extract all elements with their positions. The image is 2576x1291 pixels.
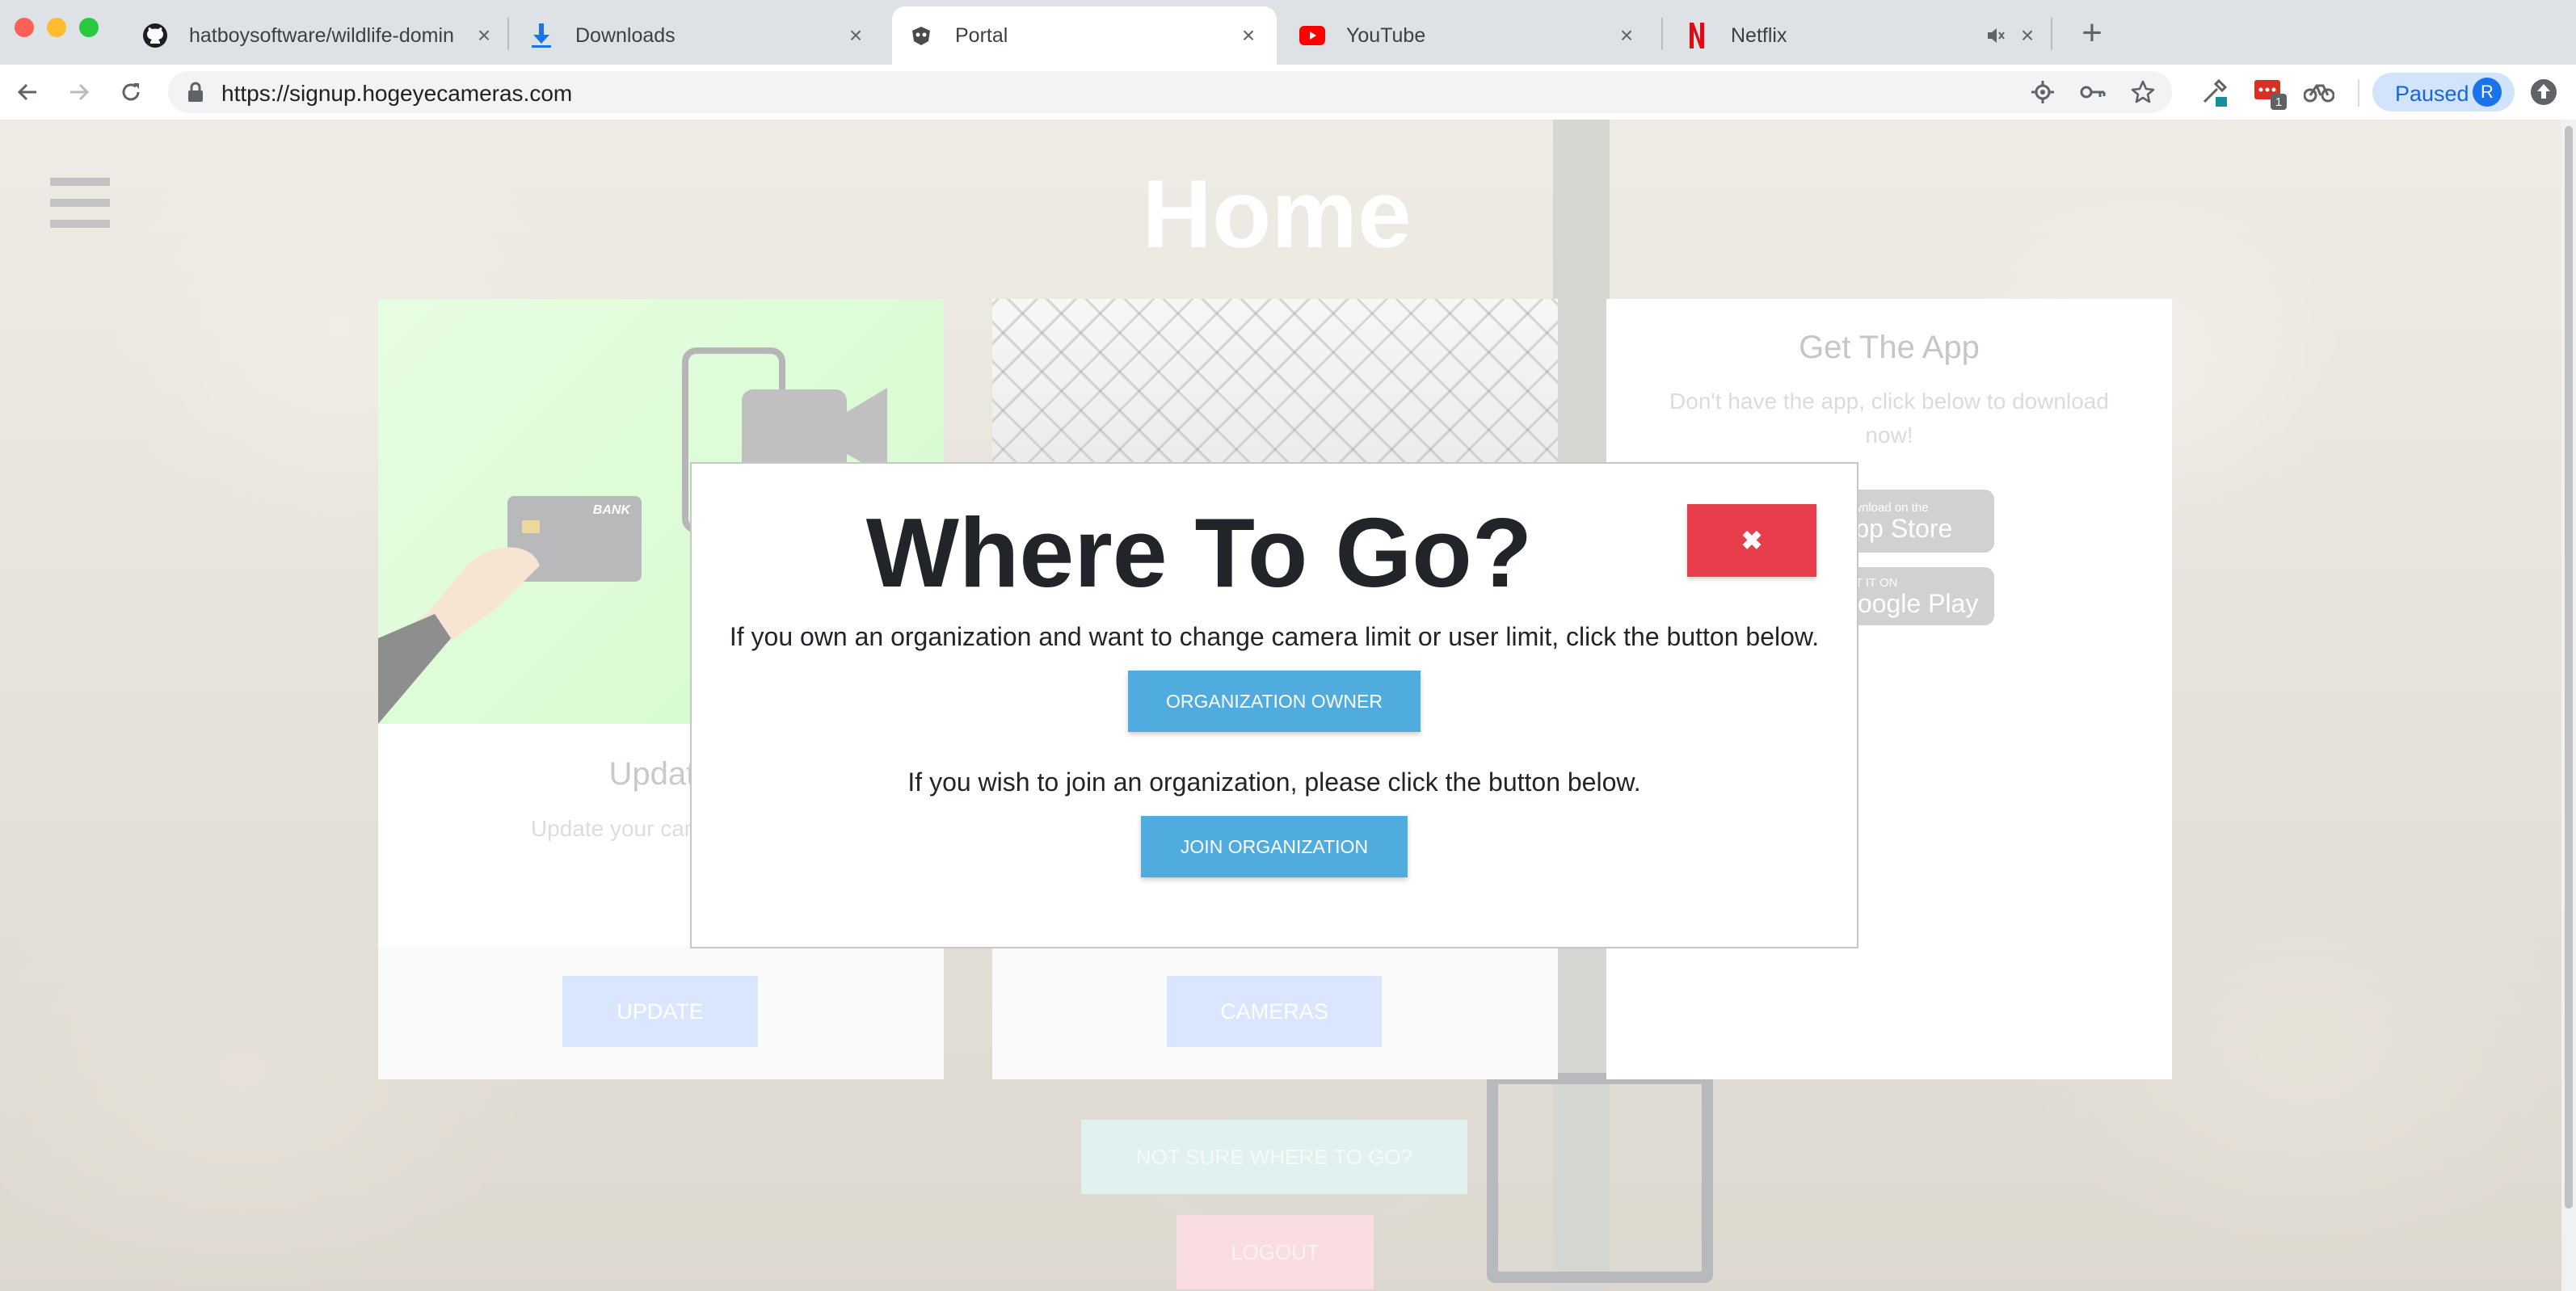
toolbar-divider [2358,79,2359,107]
bookmark-star-icon[interactable] [2128,78,2157,107]
github-icon [142,23,168,48]
profile-status-label: Paused [2395,82,2469,106]
youtube-icon [1299,23,1325,48]
join-organization-button[interactable]: JOIN ORGANIZATION [1141,816,1408,877]
tab-netflix[interactable]: Netflix × [1668,6,2056,65]
close-icon[interactable]: × [472,23,496,48]
browser-toolbar: https://signup.hogeyecameras.com 1 Pause… [0,65,2576,120]
close-icon: ✖ [1740,526,1763,555]
url-text: https://signup.hogeyecameras.com [221,81,573,106]
key-icon[interactable] [2078,78,2107,107]
profile-button[interactable]: Paused R [2372,73,2515,111]
tab-separator [2051,18,2052,50]
tab-title: Portal [955,23,1008,47]
portal-icon [908,23,934,48]
tab-youtube[interactable]: YouTube × [1283,6,1655,65]
window-minimize-button[interactable] [47,18,66,37]
lock-icon[interactable] [187,82,204,107]
close-icon[interactable]: × [1614,23,1639,48]
back-arrow-icon[interactable] [8,73,47,111]
modal-title: Where To Go? [865,498,1533,608]
forward-arrow-icon[interactable] [60,73,99,111]
tab-github[interactable]: hatboysoftware/wildlife-domin × [126,6,512,65]
owner-instruction-text: If you own an organization and want to c… [729,622,1820,651]
address-bar[interactable]: https://signup.hogeyecameras.com [168,71,2172,113]
download-icon [528,23,554,48]
tab-title: YouTube [1346,23,1426,47]
tab-portal[interactable]: Portal × [892,6,1277,65]
join-instruction-text: If you wish to join an organization, ple… [907,767,1641,797]
browser-update-icon[interactable] [2528,76,2560,108]
scrollbar-thumb[interactable] [2565,126,2573,1209]
red-extension-icon[interactable]: 1 [2248,73,2287,111]
location-icon[interactable] [2028,78,2057,107]
new-tab-button[interactable]: + [2073,13,2111,53]
tab-separator [507,18,509,50]
eyedropper-extension-icon[interactable] [2195,73,2233,111]
tab-separator [1661,18,1663,50]
tab-title: Downloads [575,23,676,47]
avatar: R [2473,78,2502,107]
page-viewport: Home BANK Update Update your cameras and… [0,120,2561,1291]
window-close-button[interactable] [15,18,34,37]
page-scrollbar[interactable] [2561,120,2576,1291]
where-to-go-modal: Where To Go? ✖ If you own an organizatio… [690,462,1858,948]
tab-strip: hatboysoftware/wildlife-domin × Download… [0,0,2576,65]
speaker-muted-icon[interactable] [1983,23,2009,48]
reload-icon[interactable] [112,73,150,111]
close-icon[interactable]: × [844,23,868,48]
tab-downloads[interactable]: Downloads × [512,6,884,65]
close-icon[interactable]: × [1236,23,1261,48]
tab-title: hatboysoftware/wildlife-domin [189,23,454,47]
bike-extension-icon[interactable] [2300,73,2338,111]
window-zoom-button[interactable] [79,18,99,37]
extension-badge: 1 [2271,94,2287,110]
close-icon[interactable]: × [2015,23,2039,48]
organization-owner-button[interactable]: ORGANIZATION OWNER [1128,671,1421,732]
modal-close-button[interactable]: ✖ [1687,504,1816,577]
tab-title: Netflix [1731,23,1787,47]
netflix-icon [1684,23,1710,48]
